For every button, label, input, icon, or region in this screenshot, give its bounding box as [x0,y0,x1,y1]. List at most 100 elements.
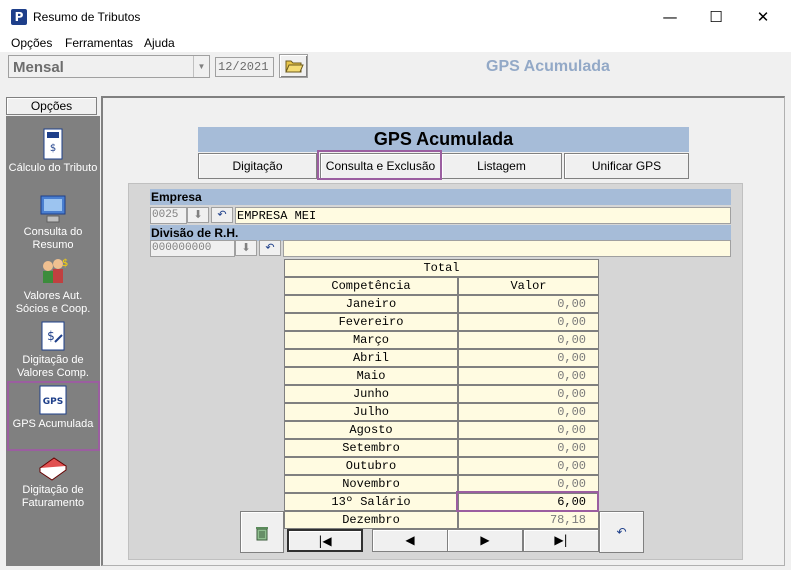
grid-header-row: Competência Valor [284,277,599,295]
menu-opcoes[interactable]: Opções [11,36,52,50]
table-row[interactable]: Setembro 0,00 [284,439,599,457]
sidebar-item-digitacao-valores[interactable]: $ Digitação de Valores Comp. [6,320,100,384]
month-cell: 13º Salário [284,493,458,511]
month-cell: Agosto [284,421,458,439]
totals-grid: Total Competência Valor Janeiro 0,00 Feve… [284,259,599,529]
minimize-button[interactable]: — [647,0,693,34]
sidebar-item-label: Valores Aut. Sócios e Coop. [15,290,91,315]
folder-icon [284,60,304,73]
value-cell[interactable]: 0,00 [458,295,599,313]
month-cell: Maio [284,367,458,385]
header-title: GPS Acumulada [486,58,610,75]
table-row[interactable]: Abril 0,00 [284,349,599,367]
sidebar-item-label: Digitação de Valores Comp. [17,354,89,379]
value-cell[interactable]: 0,00 [458,421,599,439]
tab-unificar-gps[interactable]: Unificar GPS [564,153,689,179]
value-cell[interactable]: 0,00 [458,331,599,349]
table-row[interactable]: Março 0,00 [284,331,599,349]
tab-digitacao[interactable]: Digitação [198,153,317,179]
divisao-label: Divisão de R.H. [150,225,731,241]
table-row[interactable]: Fevereiro 0,00 [284,313,599,331]
sidebar-item-faturamento[interactable]: Digitação de Faturamento [6,450,100,514]
open-folder-button[interactable] [279,54,308,78]
value-cell[interactable]: 78,18 [458,511,599,529]
window-title: Resumo de Tributos [33,10,141,24]
month-cell: Junho [284,385,458,403]
calculator-doc-icon: $ [43,128,63,160]
book-icon [39,457,67,481]
table-row[interactable]: Julho 0,00 [284,403,599,421]
maximize-button[interactable]: ☐ [693,0,739,34]
last-record-button[interactable]: ▶| [523,529,599,552]
month-cell: Setembro [284,439,458,457]
month-cell: Fevereiro [284,313,458,331]
tab-listagem[interactable]: Listagem [441,153,562,179]
undo-icon[interactable]: ↶ [259,240,281,256]
value-cell[interactable]: 0,00 [458,367,599,385]
empresa-label: Empresa [150,189,731,205]
tab-highlight [317,150,442,180]
prev-record-button[interactable]: ◀ [372,529,448,552]
divisao-code-field[interactable]: 000000000 [150,240,235,257]
undo-icon: ↶ [616,525,627,539]
selection-highlight [7,381,100,451]
table-row[interactable]: Junho 0,00 [284,385,599,403]
chevron-down-icon[interactable]: ▼ [193,56,209,77]
value-cell[interactable]: 0,00 [458,385,599,403]
empresa-name-field[interactable]: EMPRESA MEI [235,207,731,224]
month-cell: Abril [284,349,458,367]
sidebar-header[interactable]: Opções [6,97,97,115]
menu-ajuda[interactable]: Ajuda [144,36,175,50]
close-button[interactable]: ✕ [740,0,786,34]
next-record-button[interactable]: ▶ [447,529,523,552]
sidebar-item-label: Consulta do Resumo [23,226,83,251]
divisao-name-field[interactable] [283,240,731,257]
month-cell: Março [284,331,458,349]
value-cell[interactable]: 0,00 [458,349,599,367]
value-cell[interactable]: 0,00 [458,313,599,331]
download-icon[interactable]: ⬇ [187,207,209,223]
month-cell: Julho [284,403,458,421]
month-cell: Novembro [284,475,458,493]
trash-icon [256,526,268,541]
sidebar-item-valores-aut[interactable]: $ Valores Aut. Sócios e Coop. [6,256,100,320]
value-cell[interactable]: 0,00 [458,403,599,421]
month-cell: Outubro [284,457,458,475]
sidebar: $ Cálculo do Tributo Consulta do Resumo … [6,116,100,566]
people-money-icon: $ [43,258,68,283]
grid-title: Total [284,259,599,277]
col-header-valor: Valor [458,277,599,295]
value-highlight [456,491,599,512]
undo-icon[interactable]: ↶ [211,207,233,223]
month-cell: Dezembro [284,511,458,529]
page-title: GPS Acumulada [198,127,689,152]
col-header-competencia: Competência [284,277,458,295]
download-icon[interactable]: ⬇ [235,240,257,256]
edit-doc-icon: $ [41,321,65,351]
value-cell[interactable]: 0,00 [458,439,599,457]
sidebar-item-label: Cálculo do Tributo [8,162,98,174]
menu-ferramentas[interactable]: Ferramentas [65,36,133,50]
sidebar-item-label: Digitação de Faturamento [21,484,85,509]
period-select-value: Mensal [13,59,64,76]
value-cell[interactable]: 0,00 [458,457,599,475]
period-select[interactable]: Mensal ▼ [8,55,210,78]
svg-text:$: $ [50,143,56,154]
svg-text:$: $ [62,258,68,269]
first-record-button[interactable]: |◀ [287,529,363,552]
month-input[interactable]: 12/2021 [215,57,274,77]
delete-button[interactable] [240,511,284,553]
table-row[interactable]: Maio 0,00 [284,367,599,385]
month-cell: Janeiro [284,295,458,313]
computer-icon [40,195,66,223]
table-row[interactable]: Agosto 0,00 [284,421,599,439]
sidebar-item-consulta[interactable]: Consulta do Resumo [6,192,100,256]
app-icon: P [11,9,27,25]
table-row[interactable]: Dezembro 78,18 [284,511,599,529]
table-row[interactable]: Outubro 0,00 [284,457,599,475]
grid-title-row: Total [284,259,599,277]
empresa-code-field[interactable]: 0025 [150,207,187,224]
sidebar-item-calculo[interactable]: $ Cálculo do Tributo [6,128,100,192]
table-row[interactable]: Janeiro 0,00 [284,295,599,313]
undo-button[interactable]: ↶ [599,511,644,553]
